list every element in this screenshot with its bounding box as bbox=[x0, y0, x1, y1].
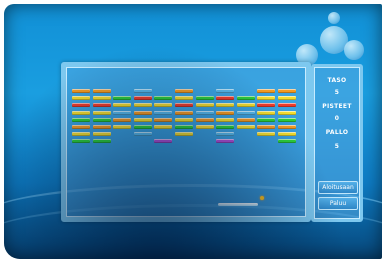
ball bbox=[260, 196, 264, 200]
brick bbox=[133, 117, 152, 122]
brick bbox=[195, 103, 214, 108]
brick bbox=[278, 110, 296, 115]
playfield[interactable] bbox=[61, 62, 311, 222]
brick bbox=[216, 125, 235, 129]
brick bbox=[236, 103, 255, 108]
brick bbox=[92, 117, 111, 122]
brick bbox=[92, 125, 111, 129]
brick bbox=[278, 139, 296, 144]
brick bbox=[257, 132, 276, 137]
brick bbox=[72, 125, 90, 129]
brick bbox=[133, 89, 152, 93]
game-screen: TASO 5 PISTEET 0 PALLO 5 Aloitusaan Palu… bbox=[4, 4, 382, 259]
brick bbox=[113, 96, 132, 101]
balls-label: PALLO bbox=[325, 129, 349, 136]
brick bbox=[257, 89, 276, 93]
brick bbox=[257, 96, 276, 101]
brick bbox=[133, 132, 152, 137]
back-button[interactable]: Paluu bbox=[318, 197, 358, 210]
brick bbox=[278, 103, 296, 108]
level-label: TASO bbox=[327, 77, 347, 84]
brick bbox=[154, 96, 173, 101]
brick bbox=[72, 103, 90, 108]
brick bbox=[92, 132, 111, 137]
brick bbox=[257, 117, 276, 122]
brick bbox=[216, 139, 235, 144]
brick bbox=[113, 110, 132, 115]
brick bbox=[154, 125, 173, 129]
brick bbox=[216, 89, 235, 93]
score-value: 0 bbox=[334, 115, 340, 122]
brick bbox=[257, 125, 276, 129]
brick bbox=[216, 110, 235, 115]
brick bbox=[257, 110, 276, 115]
brick bbox=[236, 117, 255, 122]
brick bbox=[216, 103, 235, 108]
brick bbox=[113, 117, 132, 122]
brick bbox=[133, 103, 152, 108]
brick bbox=[92, 103, 111, 108]
brick bbox=[113, 125, 132, 129]
brick bbox=[92, 139, 111, 144]
brick bbox=[72, 117, 90, 122]
brick bbox=[195, 117, 214, 122]
brick bbox=[175, 103, 193, 108]
brick bbox=[133, 125, 152, 129]
brick bbox=[175, 132, 193, 137]
brick bbox=[216, 117, 235, 122]
brick bbox=[278, 132, 296, 137]
brick bbox=[175, 110, 193, 115]
brick bbox=[236, 125, 255, 129]
brick bbox=[72, 89, 90, 93]
brick bbox=[154, 139, 173, 144]
brick bbox=[133, 96, 152, 101]
paddle[interactable] bbox=[218, 203, 258, 206]
balls-value: 5 bbox=[334, 143, 340, 150]
brick bbox=[92, 96, 111, 101]
brick bbox=[175, 117, 193, 122]
brick bbox=[154, 110, 173, 115]
brick bbox=[236, 96, 255, 101]
brick bbox=[216, 96, 235, 101]
brick bbox=[195, 96, 214, 101]
brick bbox=[278, 117, 296, 122]
brick bbox=[257, 103, 276, 108]
brick bbox=[175, 89, 193, 93]
brick bbox=[175, 96, 193, 101]
bubble-decoration bbox=[328, 12, 340, 24]
brick bbox=[92, 110, 111, 115]
brick bbox=[175, 125, 193, 129]
brick bbox=[92, 89, 111, 93]
brick bbox=[278, 125, 296, 129]
bubble-decoration bbox=[344, 40, 364, 60]
score-label: PISTEET bbox=[322, 103, 352, 110]
brick bbox=[216, 132, 235, 137]
brick bbox=[72, 96, 90, 101]
brick bbox=[278, 96, 296, 101]
level-value: 5 bbox=[334, 89, 340, 96]
restart-button[interactable]: Aloitusaan bbox=[318, 181, 358, 194]
brick bbox=[195, 125, 214, 129]
brick bbox=[154, 117, 173, 122]
brick bbox=[72, 132, 90, 137]
brick bbox=[195, 110, 214, 115]
brick bbox=[72, 110, 90, 115]
brick bbox=[133, 110, 152, 115]
brick bbox=[72, 139, 90, 144]
brick bbox=[154, 103, 173, 108]
brick bbox=[113, 103, 132, 108]
brick bbox=[236, 110, 255, 115]
brick bbox=[278, 89, 296, 93]
status-panel: TASO 5 PISTEET 0 PALLO 5 Aloitusaan Palu… bbox=[311, 64, 363, 222]
